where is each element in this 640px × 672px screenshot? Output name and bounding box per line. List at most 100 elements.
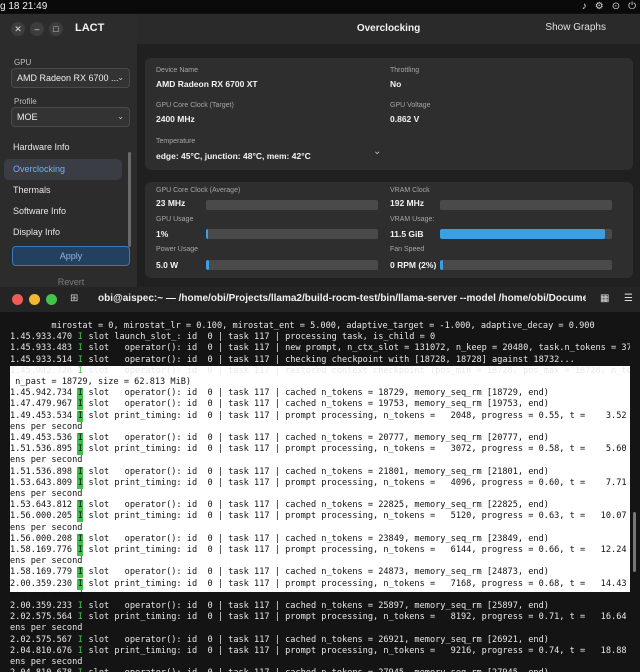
log-timestamp: 1.53.643.812 (10, 500, 73, 511)
terminal-line: ens per second (10, 523, 630, 534)
terminal-line: 1.51.536.898 I slot operator(): id 0 | t… (10, 466, 630, 478)
gpu-usage-label: GPU Usage (156, 216, 194, 223)
terminal-line: ens per second (10, 590, 630, 601)
lact-headerbar: ✕ – □ LACT Overclocking Show Graphs (0, 14, 640, 44)
log-message: slot print_timing: id 0 | task 117 | pro… (88, 477, 627, 488)
system-tray[interactable]: ♪ ⚙ ⊙ ⏻ (582, 0, 636, 13)
sidebar-scrollbar[interactable] (128, 152, 131, 247)
log-timestamp: 1.45.933.470 (10, 332, 73, 343)
grid-icon[interactable]: ▦ (600, 293, 609, 304)
terminal-line: 2.02.575.567 I slot operator(): id 0 | t… (10, 635, 630, 646)
chevron-down-icon[interactable]: ⌄ (373, 146, 381, 157)
sidebar-item-hardware-info[interactable]: Hardware Info (4, 137, 122, 158)
terminal-line: 2.04.810.678 I slot operator(): id 0 | t… (10, 668, 630, 672)
sidebar-item-thermals[interactable]: Thermals (4, 180, 122, 201)
maximize-icon[interactable] (46, 294, 57, 305)
log-timestamp: 1.58.169.776 (10, 544, 73, 555)
terminal-line: ens per second (10, 657, 630, 668)
log-level: I (77, 354, 83, 365)
clock-target-label: GPU Core Clock (Target) (156, 102, 234, 109)
log-level: I (77, 432, 84, 445)
close-icon[interactable] (12, 294, 23, 305)
terminal-line: ens per second (10, 489, 630, 500)
log-message: ens per second (10, 556, 83, 567)
terminal-output[interactable]: mirostat = 0, mirostat_lr = 0.100, miros… (0, 312, 640, 672)
menu-icon[interactable]: ☰ (624, 293, 633, 304)
log-level: I (77, 533, 84, 545)
log-timestamp: 1.45.942.734 (10, 388, 73, 399)
log-message: slot operator(): id 0 | task 117 | cache… (88, 533, 549, 544)
terminal-line: 1.45.933.470 I slot launch_slot_: id 0 |… (10, 332, 630, 343)
terminal-line: 2.02.575.564 I slot print_timing: id 0 |… (10, 612, 630, 623)
log-timestamp: 1.58.169.779 (10, 567, 73, 578)
log-message: ens per second (10, 421, 83, 432)
log-message: ens per second (10, 522, 83, 533)
terminal-scrollbar[interactable] (633, 512, 636, 572)
vram-usage-value: 11.5 GiB (390, 229, 424, 239)
volume-icon[interactable]: ♪ (582, 0, 587, 13)
update-icon[interactable]: ⊙ (612, 0, 620, 13)
maximize-icon[interactable]: □ (49, 22, 63, 36)
gpu-select-value: AMD Radeon RX 6700 ... (17, 73, 119, 83)
sidebar: GPU AMD Radeon RX 6700 ... ⌄ Profile MOE… (0, 44, 137, 291)
log-level: I (77, 668, 83, 672)
minimize-icon[interactable]: – (30, 22, 44, 36)
log-level: I (77, 388, 84, 400)
log-level: I (77, 332, 83, 343)
show-graphs-button[interactable]: Show Graphs (545, 22, 606, 33)
log-message: ens per second (10, 589, 83, 600)
log-timestamp: 2.04.810.676 (10, 645, 73, 656)
terminal-line: 1.56.000.208 I slot operator(): id 0 | t… (10, 533, 630, 545)
log-level: I (77, 500, 84, 512)
log-message: slot operator(): id 0 | task 117 | check… (88, 354, 575, 365)
terminal-line: ens per second (10, 623, 630, 634)
log-level: I (77, 544, 84, 557)
sidebar-item-display-info[interactable]: Display Info (4, 222, 122, 243)
log-level: I (77, 399, 84, 411)
log-message: slot operator(): id 0 | task 117 | cache… (88, 600, 549, 611)
chevron-down-icon: ⌄ (117, 73, 124, 82)
log-level: I (77, 511, 84, 523)
app-title: LACT (75, 22, 105, 34)
log-timestamp: 1.49.453.534 (10, 410, 73, 421)
panel-clock[interactable]: g 18 21:49 (0, 0, 47, 13)
terminal-line: 1.49.453.534 I slot print_timing: id 0 |… (10, 410, 630, 422)
log-timestamp: 1.56.000.205 (10, 511, 73, 522)
log-message: slot operator(): id 0 | task 117 | cache… (88, 432, 549, 443)
sidebar-item-overclocking[interactable]: Overclocking (4, 159, 122, 180)
log-level: I (77, 410, 84, 422)
close-icon[interactable]: ✕ (11, 22, 25, 36)
terminal-line: 1.45.933.514 I slot operator(): id 0 | t… (10, 355, 630, 366)
log-level: I (77, 343, 83, 354)
terminal-line: 1.53.643.809 I slot print_timing: id 0 |… (10, 477, 630, 489)
log-level: I (77, 634, 83, 645)
log-message: slot print_timing: id 0 | task 117 | pro… (88, 444, 627, 455)
vram-usage-label: VRAM Usage: (390, 216, 435, 223)
terminal-line: 1.45.933.483 I slot operator(): id 0 | t… (10, 343, 630, 354)
network-icon[interactable]: ⚙ (595, 0, 604, 13)
log-message: slot operator(): id 0 | task 117 | cache… (88, 466, 549, 477)
log-timestamp: 2.02.575.564 (10, 612, 73, 623)
log-message: slot print_timing: id 0 | task 117 | pro… (88, 578, 627, 589)
profile-select[interactable]: MOE ⌄ (11, 107, 130, 127)
power-icon[interactable]: ⏻ (628, 0, 636, 13)
terminal-line: 1.56.000.205 I slot print_timing: id 0 |… (10, 511, 630, 523)
log-level: I (77, 612, 83, 623)
gpu-info-card: Device Name AMD Radeon RX 6700 XT Thrott… (145, 58, 633, 170)
log-timestamp: 2.02.575.567 (10, 634, 73, 645)
gpu-select[interactable]: AMD Radeon RX 6700 ... ⌄ (11, 68, 130, 88)
log-timestamp: 1.51.536.895 (10, 444, 73, 455)
log-message: slot launch_slot_: id 0 | task 117 | pro… (88, 332, 436, 343)
terminal-line: n_past = 18729, size = 62.813 MiB) (10, 377, 630, 388)
sidebar-item-software-info[interactable]: Software Info (4, 201, 122, 222)
log-message: n_past = 18729, size = 62.813 MiB) (10, 376, 192, 387)
temperature-value: edge: 45°C, junction: 48°C, mem: 42°C (156, 151, 311, 161)
apply-button[interactable]: Apply (12, 246, 130, 266)
terminal-line: 1.49.453.536 I slot operator(): id 0 | t… (10, 432, 630, 445)
new-tab-icon[interactable]: ⊞ (70, 293, 78, 304)
gpu-stats-card: GPU Core Clock (Average) 23 MHz VRAM Clo… (145, 182, 633, 278)
terminal-title: obi@aispec:~ — /home/obi/Projects/llama2… (98, 293, 586, 304)
lact-window: ✕ – □ LACT Overclocking Show Graphs GPU … (0, 14, 640, 291)
minimize-icon[interactable] (29, 294, 40, 305)
log-message: slot operator(): id 0 | task 117 | cache… (88, 668, 548, 672)
